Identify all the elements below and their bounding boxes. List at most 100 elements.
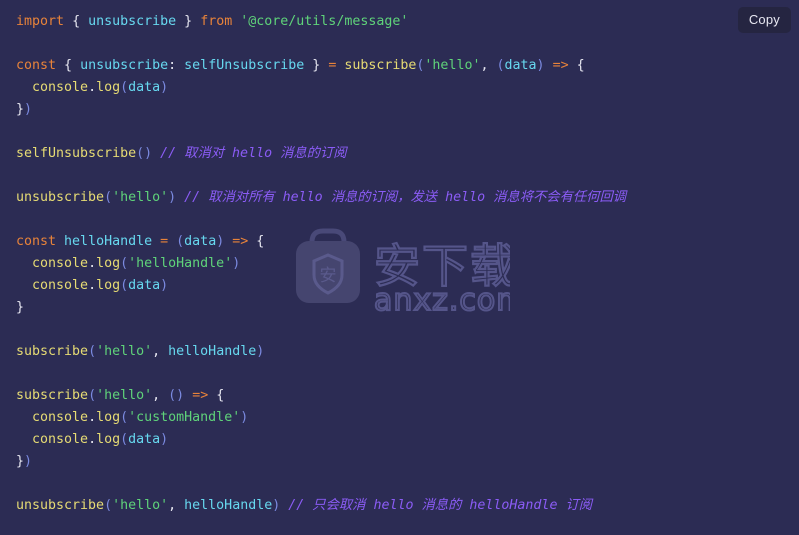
code-token: helloHandle [64,234,153,249]
code-block-container: Copy 安 安下载 anxz.com import { unsubscribe… [0,0,799,535]
code-line: subscribe('hello', () => { [16,385,783,407]
code-token: // 取消对 hello 消息的订阅 [160,146,347,161]
code-line: selfUnsubscribe() // 取消对 hello 消息的订阅 [16,143,783,165]
code-token: data [184,234,217,249]
code-token: ) [160,278,169,293]
code-token: ( [120,256,129,271]
code-token: ( [496,58,505,73]
code-line: unsubscribe('hello') // 取消对所有 hello 消息的订… [16,187,783,209]
code-token: . [88,256,97,271]
code-token: console [32,278,89,293]
code-token: ( [104,190,113,205]
code-token: , [168,498,177,513]
code-token: . [88,80,97,95]
code-token: ( [120,80,129,95]
code-token: . [88,278,97,293]
code-token: selfUnsubscribe [184,58,305,73]
code-content[interactable]: import { unsubscribe } from '@core/utils… [16,11,783,517]
code-token: data [504,58,537,73]
code-token: ) [176,388,185,403]
code-token: data [128,80,161,95]
code-token: ) [24,102,33,117]
code-token: subscribe [16,388,89,403]
code-token: console [32,432,89,447]
code-token: unsubscribe [88,14,177,29]
code-token: { [72,14,81,29]
code-line: } [16,297,783,319]
code-line: console.log('customHandle') [16,407,783,429]
code-token: console [32,410,89,425]
copy-code-button[interactable]: Copy [737,7,791,33]
code-token: } [184,14,193,29]
code-line: import { unsubscribe } from '@core/utils… [16,11,783,33]
code-token: ) [24,454,33,469]
code-token: console [32,256,89,271]
code-token: 'hello' [96,344,153,359]
code-token: { [256,234,265,249]
code-token: } [16,102,25,117]
code-token: import [16,14,65,29]
code-token: : [168,58,177,73]
code-token: 'customHandle' [128,410,241,425]
code-token: ( [120,278,129,293]
code-token: '@core/utils/message' [240,14,409,29]
code-token: { [64,58,73,73]
code-token: ) [232,256,241,271]
code-token: const [16,58,57,73]
code-token: unsubscribe [16,498,105,513]
code-token: => [192,388,209,403]
code-line: subscribe('hello', helloHandle) [16,341,783,363]
code-token: subscribe [344,58,417,73]
code-token: ( [120,410,129,425]
code-token: , [152,388,161,403]
code-token: console [32,80,89,95]
code-token: => [552,58,569,73]
code-token: log [96,278,121,293]
code-token: ) [536,58,545,73]
code-token: ) [240,410,249,425]
code-token: 'hello' [96,388,153,403]
code-token: ( [88,388,97,403]
code-line: console.log(data) [16,275,783,297]
code-token: } [16,454,25,469]
code-token: . [88,432,97,447]
code-token: data [128,278,161,293]
code-token: ( [120,432,129,447]
code-line: console.log(data) [16,77,783,99]
code-token: 'helloHandle' [128,256,233,271]
code-token: = [160,234,169,249]
code-token: ) [168,190,177,205]
code-line: console.log('helloHandle') [16,253,783,275]
code-line: const helloHandle = (data) => { [16,231,783,253]
code-token: log [96,80,121,95]
code-token: log [96,432,121,447]
code-token: data [128,432,161,447]
code-token: log [96,256,121,271]
code-token: subscribe [16,344,89,359]
code-token: } [16,300,25,315]
code-token: ) [256,344,265,359]
code-token: unsubscribe [16,190,105,205]
